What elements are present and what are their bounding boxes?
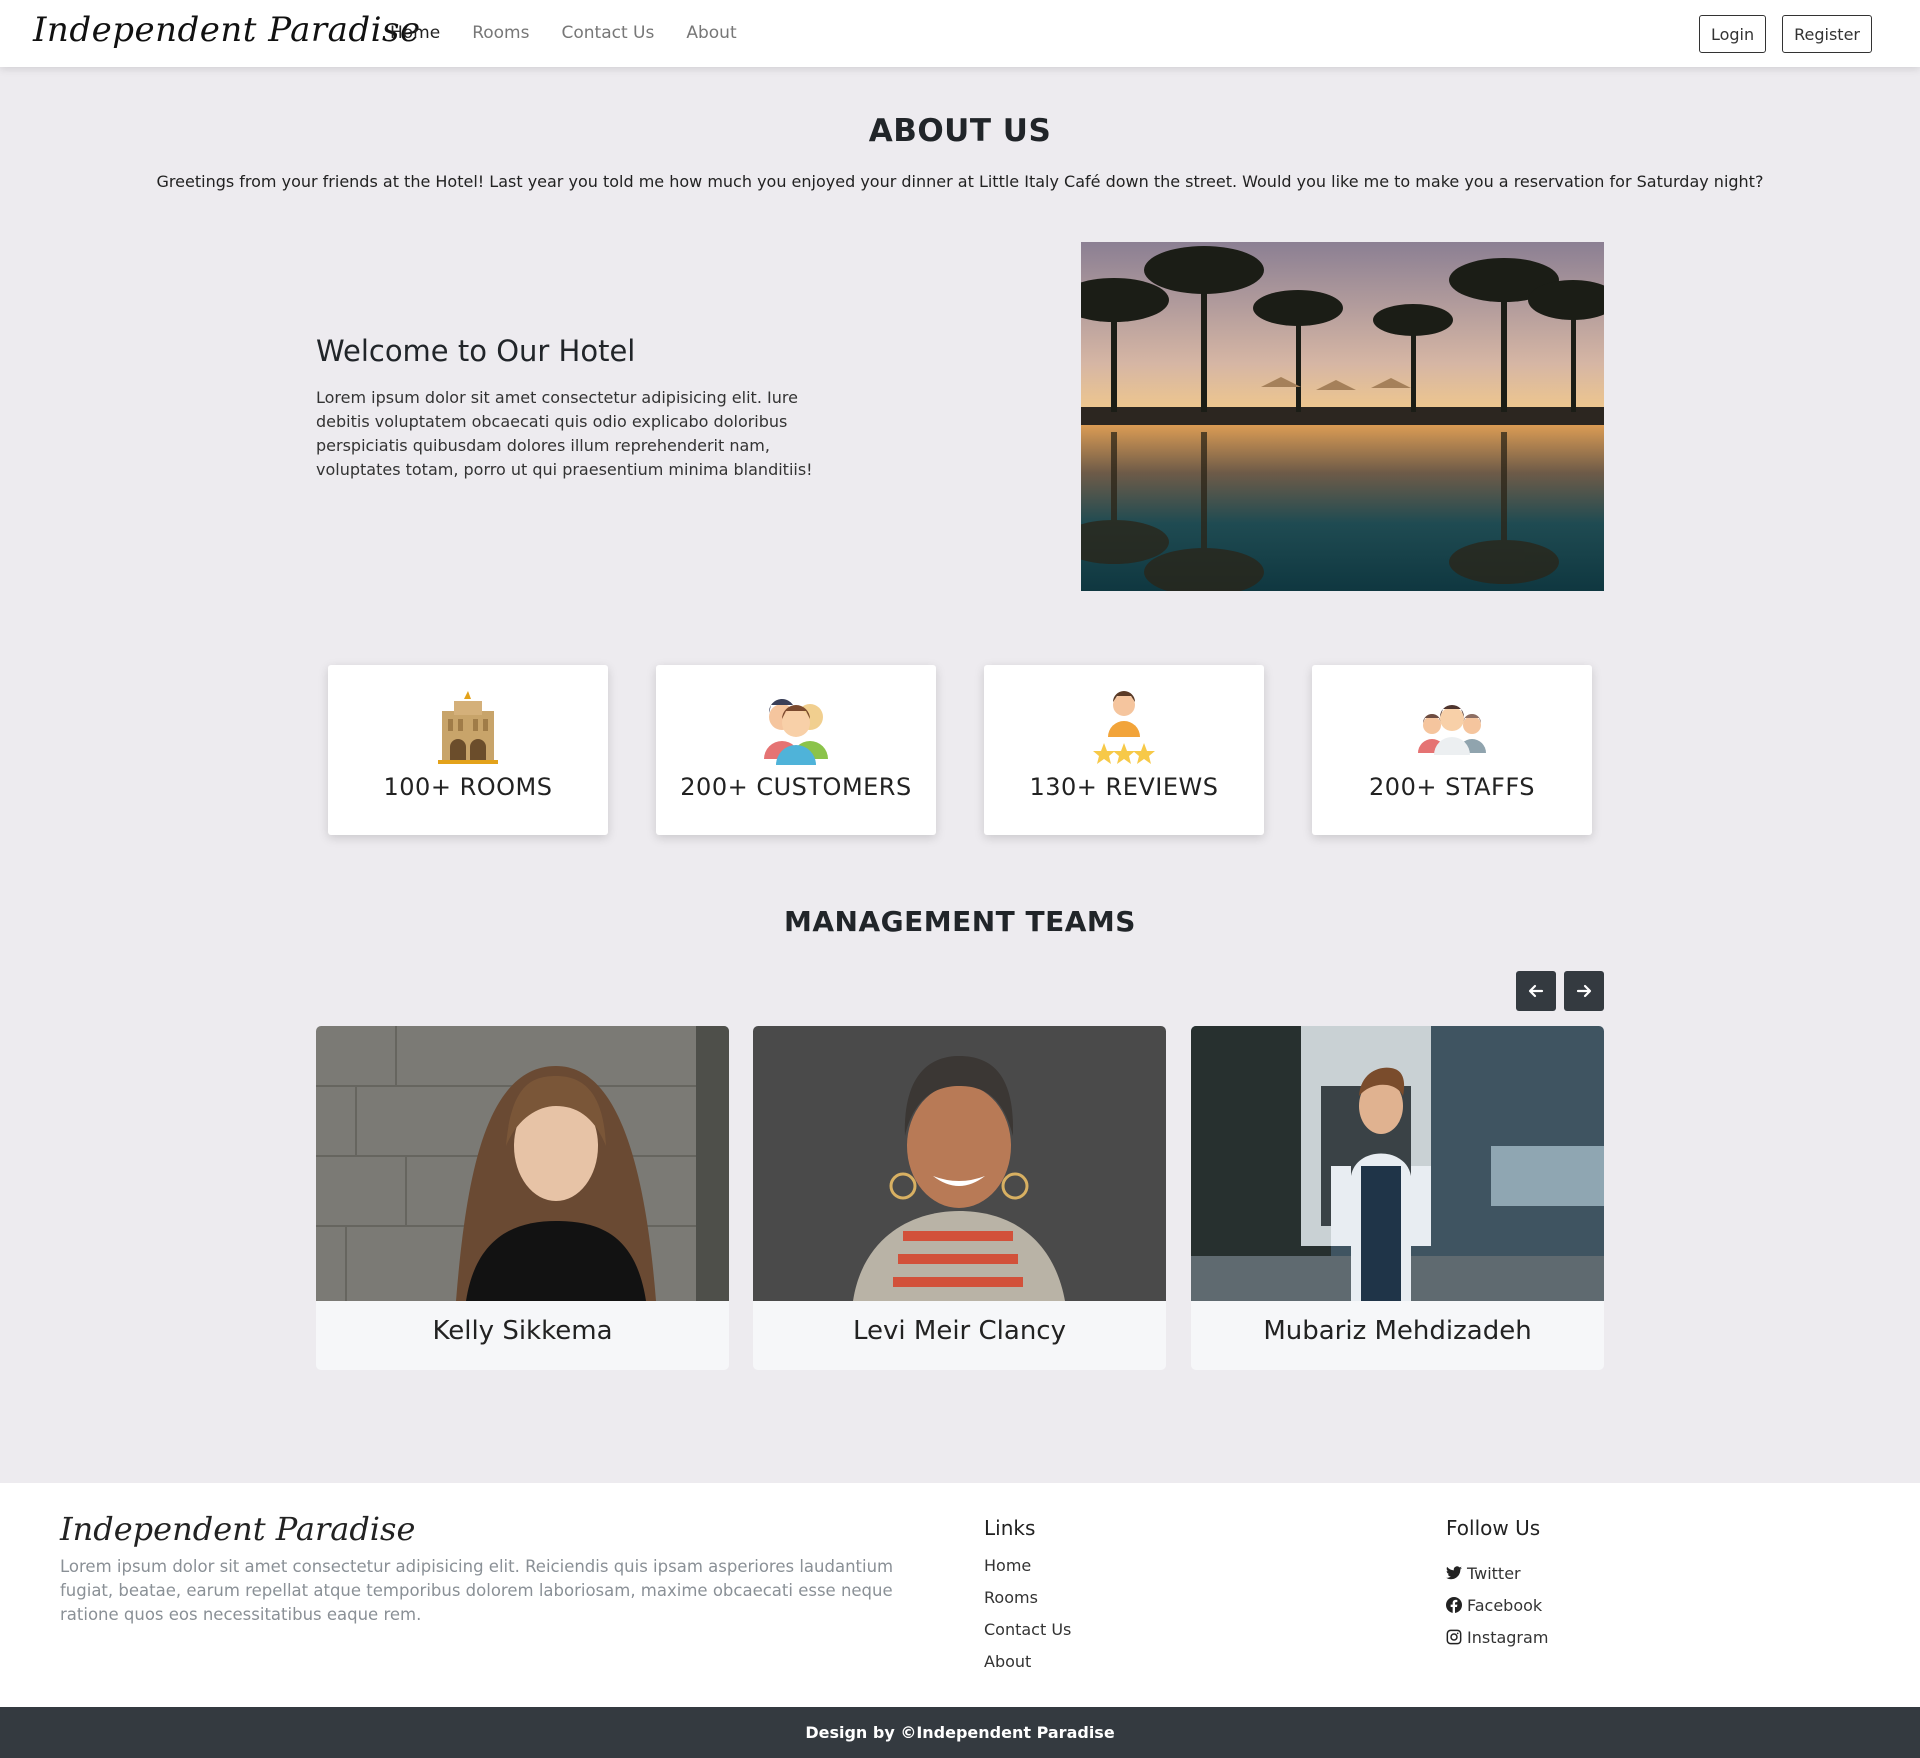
twitter-icon [1446,1566,1462,1580]
twitter-label: Twitter [1467,1563,1521,1583]
footer-social-twitter[interactable]: Twitter [1446,1557,1548,1589]
navbar: Independent Paradise Home Rooms Contact … [0,0,1920,67]
stat-label: 100+ ROOMS [383,773,553,801]
footer-links-list: Home Rooms Contact Us About [984,1549,1071,1677]
carousel-prev-button[interactable] [1516,971,1556,1011]
stat-label: 200+ CUSTOMERS [680,773,912,801]
copyright-bar: Design by ©Independent Paradise [0,1707,1920,1758]
login-button[interactable]: Login [1698,15,1767,53]
nav-links: Home Rooms Contact Us About [390,23,737,43]
copyright-text: Design by ©Independent Paradise [805,1723,1115,1742]
footer-link-home[interactable]: Home [984,1549,1071,1581]
about-title: ABOUT US [868,113,1052,149]
stat-label: 200+ STAFFS [1369,773,1535,801]
team-card[interactable]: Mubariz Mehdizadeh [1191,1026,1604,1370]
team-member-name: Mubariz Mehdizadeh [1263,1316,1532,1346]
welcome-title: Welcome to Our Hotel [316,334,636,368]
team-member-name: Kelly Sikkema [432,1316,613,1346]
footer-social-list: Twitter Facebook Instagram [1446,1557,1548,1653]
stat-card-rooms: 100+ ROOMS [328,665,608,835]
customers-icon [756,687,836,767]
arrow-right-icon [1576,984,1592,998]
footer-link-about[interactable]: About [984,1645,1071,1677]
register-button[interactable]: Register [1782,15,1872,53]
team-card[interactable]: Kelly Sikkema [316,1026,729,1370]
nav-link-about[interactable]: About [686,23,736,43]
footer-brand[interactable]: Independent Paradise [60,1510,415,1548]
about-text: Greetings from your friends at the Hotel… [156,172,1764,191]
facebook-label: Facebook [1467,1595,1543,1615]
facebook-icon [1446,1597,1462,1613]
hotel-building-icon [428,687,508,767]
team-member-photo [753,1026,1166,1301]
footer-description: Lorem ipsum dolor sit amet consectetur a… [60,1557,894,1624]
instagram-label: Instagram [1467,1627,1549,1647]
footer-link-contact[interactable]: Contact Us [984,1613,1071,1645]
footer-social-facebook[interactable]: Facebook [1446,1589,1548,1621]
footer-link-rooms[interactable]: Rooms [984,1581,1071,1613]
teams-title: MANAGEMENT TEAMS [784,905,1136,938]
team-card[interactable]: Levi Meir Clancy [753,1026,1166,1370]
brand-logo[interactable]: Independent Paradise [33,10,421,50]
nav-link-contact[interactable]: Contact Us [561,23,654,43]
stat-label: 130+ REVIEWS [1029,773,1219,801]
footer: Independent Paradise Lorem ipsum dolor s… [0,1483,1920,1707]
footer-social-instagram[interactable]: Instagram [1446,1621,1548,1653]
nav-link-home[interactable]: Home [390,23,440,43]
reviews-icon [1084,687,1164,767]
arrow-left-icon [1528,984,1544,998]
welcome-text: Lorem ipsum dolor sit amet consectetur a… [316,388,813,479]
stat-card-customers: 200+ CUSTOMERS [656,665,936,835]
team-member-photo [316,1026,729,1301]
footer-links-title: Links [984,1516,1036,1540]
stat-card-staffs: 200+ STAFFS [1312,665,1592,835]
footer-follow-title: Follow Us [1446,1516,1541,1540]
auth-buttons: Login Register [1698,15,1872,53]
instagram-icon [1446,1629,1462,1645]
stat-card-reviews: 130+ REVIEWS [984,665,1264,835]
team-member-photo [1191,1026,1604,1301]
hotel-pool-image [1081,242,1604,591]
carousel-next-button[interactable] [1564,971,1604,1011]
staff-icon [1412,687,1492,767]
nav-link-rooms[interactable]: Rooms [472,23,529,43]
team-member-name: Levi Meir Clancy [853,1316,1066,1346]
